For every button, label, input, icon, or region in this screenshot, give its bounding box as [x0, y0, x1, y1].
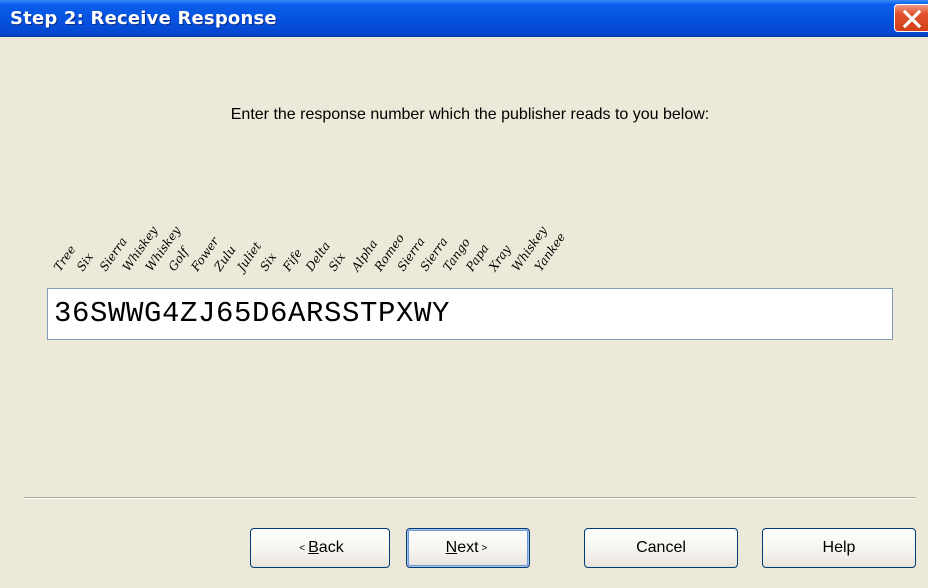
cancel-button[interactable]: Cancel [584, 528, 738, 568]
phonetic-label: Tree [51, 243, 79, 274]
phonetic-label: Six [257, 250, 279, 274]
phonetic-label: Six [326, 250, 348, 274]
response-number-field[interactable]: 36SWWG4ZJ65D6ARSSTPXWY [47, 288, 893, 340]
phonetic-label: Juliet [232, 239, 264, 276]
back-label: ack [318, 539, 344, 556]
next-label: ext [457, 539, 479, 556]
back-button[interactable]: < Back [250, 528, 390, 568]
cancel-label: Cancel [636, 539, 686, 556]
phonetic-label: Xray [486, 242, 514, 274]
next-mnemonic: N [445, 539, 458, 556]
response-number-value: 36SWWG4ZJ65D6ARSSTPXWY [54, 297, 451, 330]
next-button[interactable]: Next > [406, 528, 530, 568]
help-button[interactable]: Help [762, 528, 916, 568]
back-arrow-icon: < [299, 542, 306, 554]
separator-line [24, 497, 916, 499]
help-label: Help [822, 539, 856, 556]
phonetic-alphabet-labels: Tree Six Sierra Whiskey Whiskey Golf Fower Zulu… [0, 0, 928, 300]
phonetic-label: Fife [279, 246, 305, 274]
back-mnemonic: B [308, 539, 319, 556]
next-arrow-icon: > [481, 542, 488, 554]
phonetic-label: Delta [302, 239, 333, 275]
phonetic-label: Six [74, 250, 96, 274]
